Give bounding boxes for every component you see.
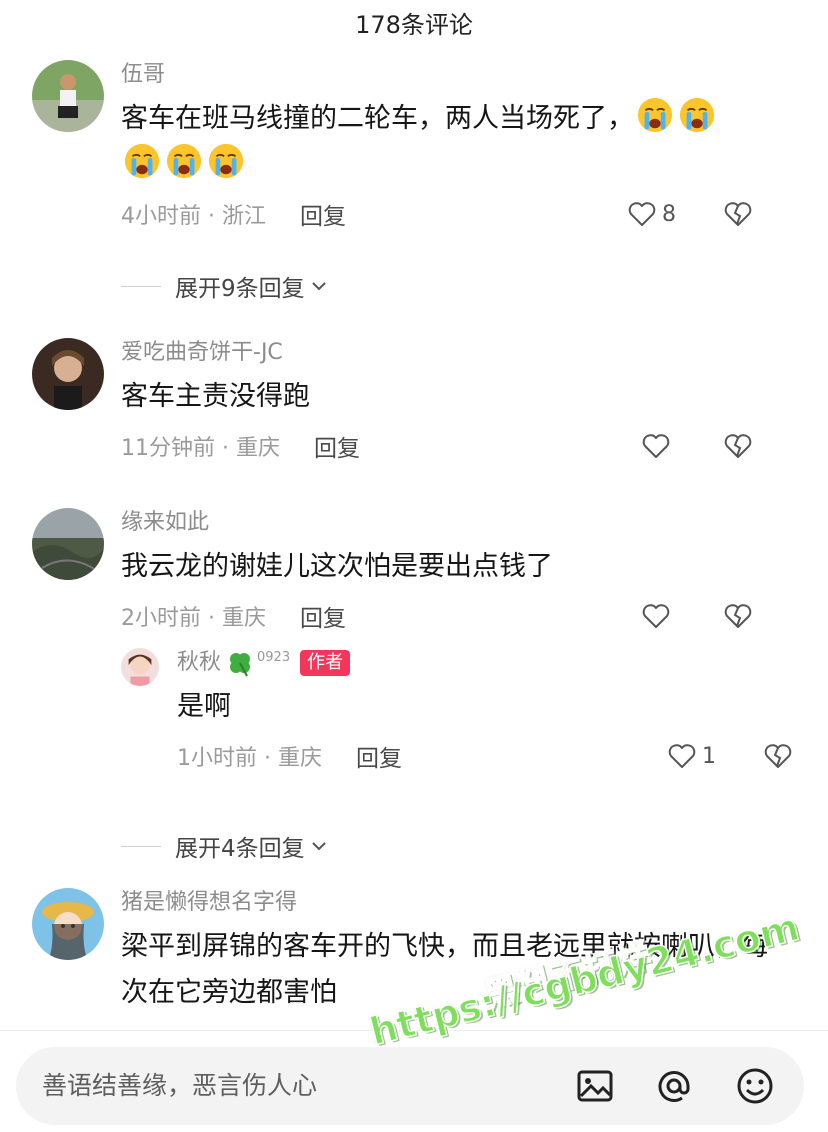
heart-icon [668,744,696,768]
avatar[interactable] [121,648,159,686]
comment-text: 我云龙的谢娃儿这次怕是要出点钱了 [121,551,553,582]
like-button[interactable]: 1 [666,740,716,772]
image-icon[interactable] [574,1065,616,1107]
comment-time-location: 2小时前 · 重庆 [121,606,266,631]
heart-icon [642,434,670,458]
reply-meta: 1小时前 · 重庆 回复 1 [177,736,828,776]
reply-username-row: 秋秋 0923 作者 [177,648,828,678]
at-icon[interactable] [653,1065,695,1107]
emoji-icon[interactable] [734,1065,776,1107]
avatar[interactable] [32,508,104,580]
comment-input[interactable]: 善语结善缘，恶言伤人心 [16,1047,804,1125]
dislike-button[interactable] [762,740,794,778]
comment-time-location: 4小时前 · 浙江 [121,204,266,229]
comment-username[interactable]: 爱吃曲奇饼干-JC [121,338,788,368]
expand-label: 展开9条回复 [175,276,305,302]
comment-item: 猪是懒得想名字得 梁平到屏锦的客车开的飞快，而且老远里就按喇叭，每次在它旁边都害… [0,880,828,1030]
reply-button[interactable]: 回复 [314,429,360,463]
comment-list: 伍哥 客车在班马线撞的二轮车，两人当场死了， 4小时前 · 浙江 回复 8 展开… [0,52,828,1030]
comment-text: 客车在班马线撞的二轮车，两人当场死了， [121,96,788,188]
comment-count-title: 178条评论 [355,10,473,39]
comment-input-placeholder: 善语结善缘，恶言伤人心 [42,1071,318,1100]
comment-item: 爱吃曲奇饼干-JC 客车主责没得跑 11分钟前 · 重庆 回复 [0,330,828,500]
comment-meta: 4小时前 · 浙江 回复 8 [121,194,788,234]
broken-heart-icon [764,744,792,768]
comment-input-bar: 善语结善缘，恶言伤人心 [0,1030,828,1132]
comment-meta: 2小时前 · 重庆 回复 [121,596,788,636]
badge-number: 0923 [257,650,291,665]
author-tag: 作者 [300,650,351,676]
reply-button[interactable]: 回复 [300,599,346,633]
avatar[interactable] [32,60,104,132]
comment-username[interactable]: 伍哥 [121,60,788,90]
like-button[interactable] [640,600,676,632]
reply-button[interactable]: 回复 [356,739,402,773]
comment-time-location: 11分钟前 · 重庆 [121,436,280,461]
expand-label: 展开4条回复 [175,836,305,862]
four-leaf-clover-icon [230,653,251,677]
like-count: 1 [702,743,716,769]
reply-text: 是啊 [177,691,231,722]
chevron-down-icon [311,282,326,291]
comment-meta: 11分钟前 · 重庆 回复 [121,426,788,466]
divider-line [121,845,161,847]
avatar[interactable] [32,338,104,410]
comments-header: 178条评论 [0,0,828,44]
avatar[interactable] [32,888,104,960]
broken-heart-icon [724,434,752,458]
dislike-button[interactable] [722,600,754,638]
divider-line [121,285,161,287]
comment-item: 缘来如此 我云龙的谢娃儿这次怕是要出点钱了 2小时前 · 重庆 回复 秋秋 09… [0,500,828,870]
chevron-down-icon [311,842,326,851]
comment-item: 伍哥 客车在班马线撞的二轮车，两人当场死了， 4小时前 · 浙江 回复 8 展开… [0,52,828,304]
crying-face-icon [637,97,673,133]
broken-heart-icon [724,604,752,628]
reply-button[interactable]: 回复 [300,197,346,231]
expand-replies-button[interactable]: 展开4条回复 [121,818,329,874]
expand-replies-button[interactable]: 展开9条回复 [121,258,329,314]
sub-reply: 秋秋 0923 作者 是啊 1小时前 · 重庆 回复 1 [121,642,828,802]
like-button[interactable]: 8 [626,198,676,230]
like-button[interactable] [640,430,676,462]
heart-icon [628,202,656,226]
comment-text: 客车主责没得跑 [121,381,310,412]
reply-time-location: 1小时前 · 重庆 [177,746,322,771]
heart-icon [642,604,670,628]
broken-heart-icon [724,202,752,226]
crying-face-icon [124,143,160,179]
crying-face-icon [208,143,244,179]
dislike-button[interactable] [722,430,754,468]
like-count: 8 [662,201,676,227]
reply-username[interactable]: 秋秋 [177,648,221,678]
comment-text: 梁平到屏锦的客车开的飞快，而且老远里就按喇叭，每次在它旁边都害怕 [121,931,769,1008]
comment-username[interactable]: 猪是懒得想名字得 [121,888,788,918]
comment-username[interactable]: 缘来如此 [121,508,788,538]
crying-face-icon [166,143,202,179]
dislike-button[interactable] [722,198,754,236]
crying-face-icon [679,97,715,133]
